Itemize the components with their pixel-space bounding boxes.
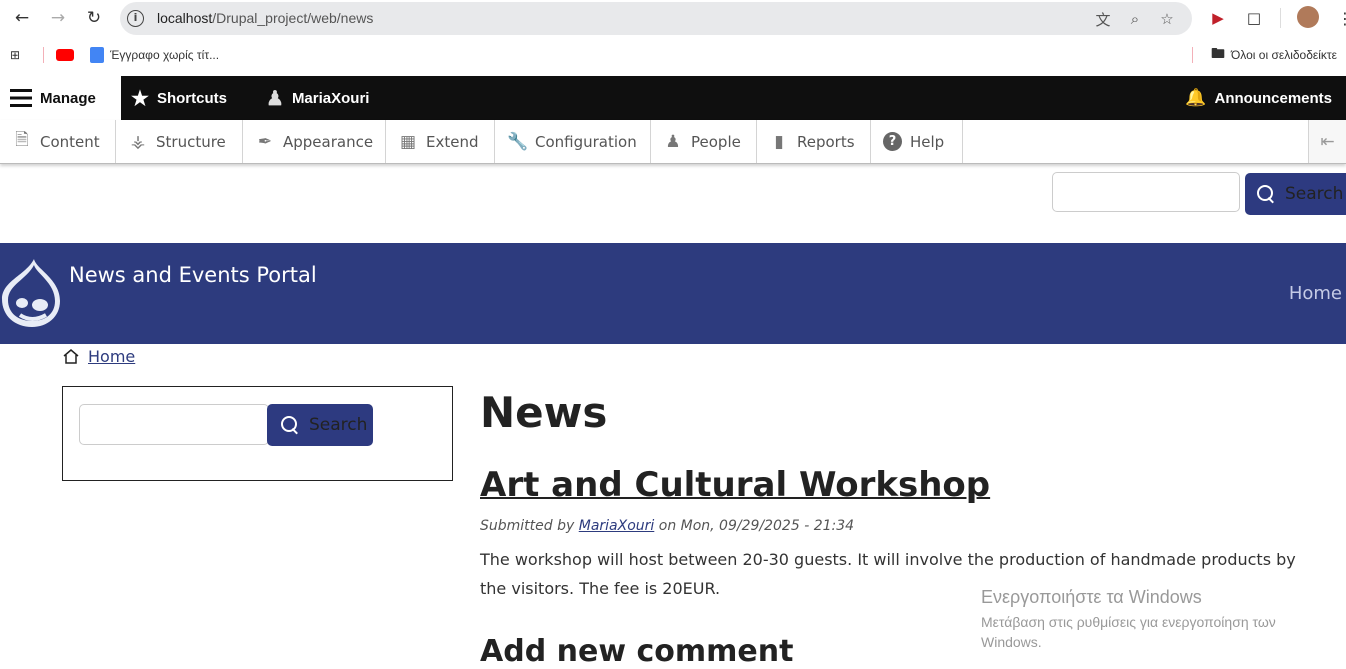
announcements-label: Announcements <box>1214 89 1332 107</box>
manage-tab[interactable]: Manage <box>0 76 121 120</box>
search-icon <box>1257 185 1275 203</box>
menu-label: Appearance <box>283 132 374 151</box>
wrench-icon: 🔧 <box>507 131 529 152</box>
divider <box>43 47 44 63</box>
sidebar-search-button[interactable]: Search <box>267 404 373 446</box>
forward-arrow-icon[interactable]: → <box>46 6 70 30</box>
menu-label: Extend <box>426 132 479 151</box>
nav-home-link[interactable]: Home <box>1289 283 1342 304</box>
star-icon[interactable]: ☆ <box>1156 8 1178 30</box>
menu-reports[interactable]: ▮ Reports <box>757 120 871 163</box>
divider <box>1192 47 1193 63</box>
all-bookmarks-label: Όλοι οι σελιδοδείκτε <box>1231 48 1338 62</box>
menu-appearance[interactable]: ✒ Appearance <box>243 120 386 163</box>
bar-chart-icon: ▮ <box>774 131 784 152</box>
folder-icon: 🖿 <box>1211 45 1225 61</box>
extension-icon[interactable]: ▶ <box>1207 7 1229 29</box>
menu-help[interactable]: ? Help <box>871 120 963 163</box>
all-bookmarks[interactable]: 🖿 Όλοι οι σελιδοδείκτε <box>1211 44 1337 66</box>
menu-label: Content <box>40 132 100 151</box>
people-icon: ♟ <box>665 131 681 152</box>
brush-icon: ✒ <box>257 131 273 152</box>
puzzle-icon[interactable]: □ <box>1243 7 1265 29</box>
file-icon: 🗎 <box>15 130 29 150</box>
breadcrumb-home-link[interactable]: Home <box>88 347 135 366</box>
menu-label: Structure <box>156 132 226 151</box>
user-label: MariaXouri <box>291 89 370 107</box>
menu-structure[interactable]: ⚶ Structure <box>116 120 243 163</box>
site-name[interactable]: News and Events Portal <box>69 263 317 287</box>
apps-grid-icon[interactable]: ⊞ <box>10 44 20 66</box>
search-button-label: Search <box>309 415 368 435</box>
admin-menu-tray: 🗎 Content ⚶ Structure ✒ Appearance ▦ Extend … <box>0 120 1346 164</box>
submitted-date: on Mon, 09/29/2025 - 21:34 <box>658 518 855 534</box>
url-text: localhost/Drupal_project/web/news <box>157 10 373 26</box>
shortcuts-tab[interactable]: ★ Shortcuts <box>131 76 227 120</box>
author-link[interactable]: MariaXouri <box>579 518 655 534</box>
menu-label: Help <box>910 132 945 151</box>
drupal-logo[interactable] <box>0 257 64 329</box>
search-icon <box>281 416 299 434</box>
docs-icon <box>90 47 104 63</box>
bookmark-label: Έγγραφο χωρίς τίτ... <box>110 48 220 62</box>
reload-icon[interactable]: ↻ <box>82 6 106 30</box>
back-arrow-icon[interactable]: ← <box>10 6 34 30</box>
menu-label: Reports <box>797 132 855 151</box>
manage-label: Manage <box>40 89 96 107</box>
user-icon: ♟ <box>266 87 284 110</box>
search-button-label: Search <box>1285 184 1344 204</box>
article-submitted: Submitted by MariaXouri on Mon, 09/29/20… <box>480 518 854 534</box>
menu-label: People <box>691 132 741 151</box>
avatar[interactable] <box>1297 6 1319 28</box>
zoom-icon[interactable]: ⌕ <box>1124 8 1146 30</box>
divider <box>1280 8 1281 28</box>
user-tab[interactable]: ♟ MariaXouri <box>266 76 369 120</box>
translate-icon[interactable]: 文 <box>1092 8 1114 30</box>
menu-content[interactable]: 🗎 Content <box>0 120 116 163</box>
collapse-tray-icon[interactable]: ⇤ <box>1308 120 1346 163</box>
windows-watermark-text: Μετάβαση στις ρυθμίσεις για ενεργοποίηση… <box>981 614 1276 650</box>
page-title: News <box>480 388 608 437</box>
url-path: /Drupal_project/web/news <box>212 10 374 26</box>
bell-icon: 🔔 <box>1185 88 1207 107</box>
hamburger-icon <box>10 89 32 107</box>
windows-watermark-title: Ενεργοποιήστε τα Windows <box>981 587 1202 607</box>
announcements-tab[interactable]: 🔔 Announcements <box>1185 76 1332 120</box>
site-info-icon[interactable]: i <box>127 10 144 27</box>
address-bar[interactable]: i localhost/Drupal_project/web/news 文 ⌕ … <box>120 2 1192 35</box>
menu-configuration[interactable]: 🔧 Configuration <box>495 120 651 163</box>
menu-people[interactable]: ♟ People <box>651 120 757 163</box>
sitemap-icon: ⚶ <box>130 131 146 152</box>
top-search-input[interactable] <box>1052 172 1240 212</box>
home-icon <box>63 348 79 364</box>
star-icon: ★ <box>131 87 149 110</box>
youtube-icon[interactable] <box>56 49 74 61</box>
site-header <box>0 243 1346 344</box>
admin-toolbar: Manage ★ Shortcuts ♟ MariaXouri 🔔 Announ… <box>0 76 1346 120</box>
bookmark-docs[interactable]: Έγγραφο χωρίς τίτ... <box>90 44 219 66</box>
article-title-link[interactable]: Art and Cultural Workshop <box>480 465 990 505</box>
kebab-menu-icon[interactable]: ⋮ <box>1334 7 1346 29</box>
browser-chrome: ← → ↻ i localhost/Drupal_project/web/new… <box>0 0 1346 76</box>
sidebar-search-block: Search <box>62 386 453 481</box>
url-host: localhost <box>157 10 213 26</box>
submitted-prefix: Submitted by <box>480 518 575 534</box>
menu-extend[interactable]: ▦ Extend <box>386 120 495 163</box>
breadcrumb: Home <box>62 347 135 366</box>
top-search-button[interactable]: Search <box>1245 173 1346 215</box>
sidebar-search-input[interactable] <box>79 404 269 445</box>
puzzle-icon: ▦ <box>399 131 417 152</box>
help-icon: ? <box>883 132 902 151</box>
menu-label: Configuration <box>535 132 637 151</box>
shortcuts-label: Shortcuts <box>156 89 227 107</box>
